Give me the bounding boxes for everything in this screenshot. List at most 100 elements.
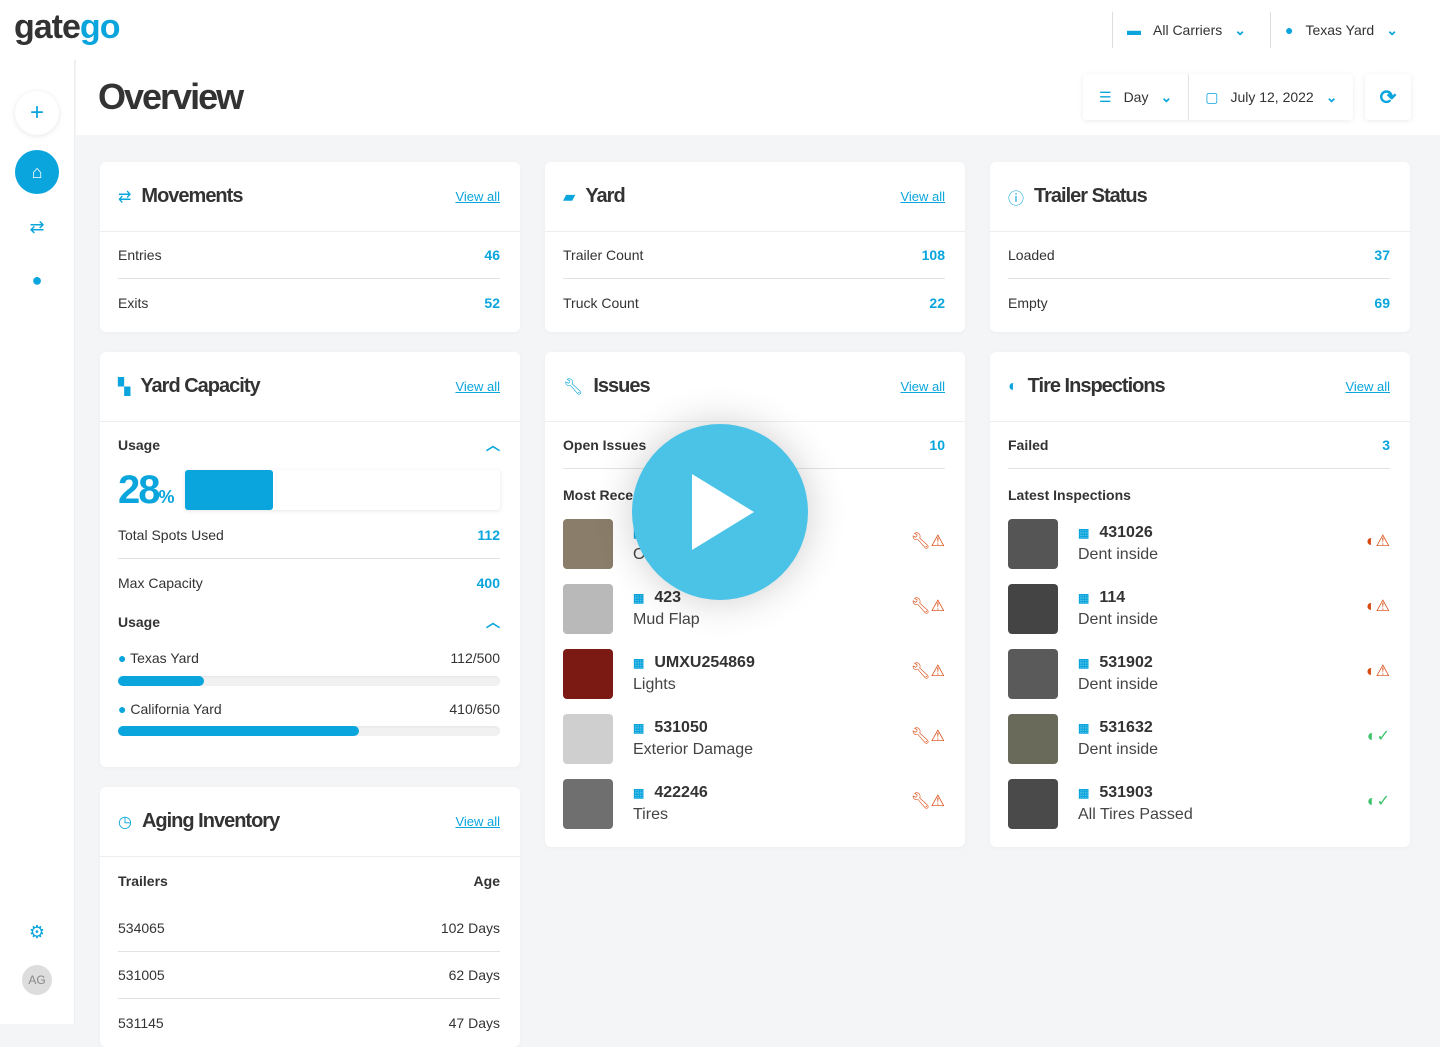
card-title: Trailer Status [1034,185,1148,207]
trailer-age: 47 Days [448,1014,500,1031]
list-item[interactable]: ▦ 422246 Tires 🔧︎⚠ [563,771,945,836]
usage-percent: 28 [118,467,160,512]
item-description: Dent inside [1078,740,1159,758]
avatar[interactable]: AG [22,965,52,995]
page-header: Overview ☰ Day ⌄ ▢ July 12, 2022 ⌄ ⟳ [76,60,1440,135]
table-row[interactable]: 531005 62 Days [118,952,500,999]
row-label: Total Spots Used [118,527,224,543]
carrier-select[interactable]: ▬ All Carriers ⌄ [1112,12,1260,48]
yard-label: Texas Yard [1305,22,1375,38]
grid-icon: ▚ [118,378,131,396]
row-label: Failed [1008,437,1049,453]
table-row[interactable]: 531145 47 Days [118,999,500,1046]
thumbnail-image [1008,583,1058,634]
wrench-warning-icon: 🔧︎⚠ [910,533,945,550]
view-all-link[interactable]: View all [455,189,500,204]
trailer-icon: ▦ [1078,720,1090,735]
list-item[interactable]: ▦ 531050 Exterior Damage 🔧︎⚠ [563,706,945,771]
card-title: Yard [585,185,625,207]
period-label: Day [1123,89,1149,105]
movements-icon[interactable]: ⇄ [15,205,59,249]
location-pin-icon: ● [118,701,127,717]
tire-pass-icon: ◐✓ [1366,728,1390,745]
thumbnail-image [1008,713,1058,764]
play-button[interactable] [632,424,808,600]
refresh-button[interactable]: ⟳ [1365,74,1411,120]
location-pin-icon: ● [118,650,127,666]
chevron-down-icon: ⌄ [1325,88,1338,105]
item-id: 423 [654,588,682,606]
list-item[interactable]: ▦ 531902 Dent inside ◐⚠ [1008,641,1390,706]
usage-label: Usage [118,614,161,630]
card-title: Aging Inventory [141,810,280,832]
list-item[interactable]: ▦ 531903 All Tires Passed ◐✓ [1008,771,1390,836]
location-pin-icon: ● [1285,22,1294,38]
item-description: Dent inside [1078,675,1159,693]
item-id: 114 [1099,588,1126,606]
view-all-link[interactable]: View all [455,814,500,829]
list-item[interactable]: ▦ 531632 Dent inside ◐✓ [1008,706,1390,771]
item-id: 531050 [654,718,708,736]
row-value: 52 [484,294,500,311]
yard-name: California Yard [130,701,222,717]
box-icon: ▬ [1127,22,1141,38]
info-icon: ⓘ [1008,190,1025,208]
row-label: Empty [1008,294,1048,311]
section-label: Latest Inspections [1008,487,1131,503]
trailer-icon: ▦ [1078,655,1090,670]
date-controls: ☰ Day ⌄ ▢ July 12, 2022 ⌄ [1083,74,1354,120]
yard-capacity-card: ▚ Yard Capacity View all Usage ︿ 28% Total … [100,352,520,767]
yard-usage-bar [118,676,500,686]
home-icon[interactable]: ⌂ [15,150,59,194]
table-row[interactable]: 534065 102 Days [118,905,500,952]
add-button[interactable]: + [15,91,59,135]
row-label: Open Issues [563,437,647,453]
wrench-icon: 🔧︎ [563,378,584,396]
item-description: Exterior Damage [633,740,754,758]
row-value: 37 [1374,247,1390,263]
view-all-link[interactable]: View all [1345,379,1390,394]
movements-card: ⇄ Movements View all Entries 46 Exits 52 [100,162,520,332]
carrier-label: All Carriers [1153,22,1223,38]
gear-icon[interactable]: ⚙ [15,910,59,954]
thumbnail-image [563,583,613,634]
row-value: 22 [929,294,945,311]
tire-fail-warning-icon: ◐⚠ [1365,533,1390,550]
item-description: Dent inside [1078,610,1159,628]
wrench-warning-icon: 🔧︎⚠ [910,598,945,615]
thumbnail-image [563,518,613,569]
issues-card: 🔧︎ Issues View all Open Issues 10 Most Rece… [545,352,965,847]
list-item[interactable]: ▦ 114 Dent inside ◐⚠ [1008,576,1390,641]
chevron-up-icon[interactable]: ︿ [486,435,500,455]
period-select[interactable]: ☰ Day ⌄ [1083,74,1190,120]
row-value: 3 [1382,437,1390,453]
yard-name: Texas Yard [130,650,199,666]
logo[interactable]: gatego [14,8,120,47]
menu-icon: ☰ [1099,88,1112,105]
tire-pass-icon: ◐✓ [1366,793,1390,810]
movements-icon: ⇄ [118,188,132,206]
usage-label: Usage [118,437,161,453]
view-all-link[interactable]: View all [900,189,945,204]
yard-usage: 112/500 [450,650,500,666]
column-header: Age [473,873,500,889]
item-description: Mud Flap [633,610,700,628]
date-select[interactable]: ▢ July 12, 2022 ⌄ [1189,74,1353,120]
thumbnail-image [1008,648,1058,699]
chevron-down-icon: ⌄ [1234,21,1246,38]
yard-select[interactable]: ● Texas Yard ⌄ [1270,12,1412,48]
list-item[interactable]: ▦ 431026 Dent inside ◐⚠ [1008,511,1390,576]
list-item[interactable]: ▦ UMXU254869 Lights 🔧︎⚠ [563,641,945,706]
chevron-down-icon: ⌄ [1160,88,1173,105]
location-icon[interactable]: ● [15,258,59,302]
usage-bar [184,470,500,510]
chevron-up-icon[interactable]: ︿ [486,612,500,632]
date-label: July 12, 2022 [1230,89,1314,105]
tire-fail-warning-icon: ◐⚠ [1365,598,1390,615]
view-all-link[interactable]: View all [455,379,500,394]
view-all-link[interactable]: View all [900,379,945,394]
row-label: Max Capacity [118,574,203,591]
trailer-age: 102 Days [440,920,500,936]
trailer-id: 531145 [118,1014,164,1031]
wrench-warning-icon: 🔧︎⚠ [910,728,945,745]
